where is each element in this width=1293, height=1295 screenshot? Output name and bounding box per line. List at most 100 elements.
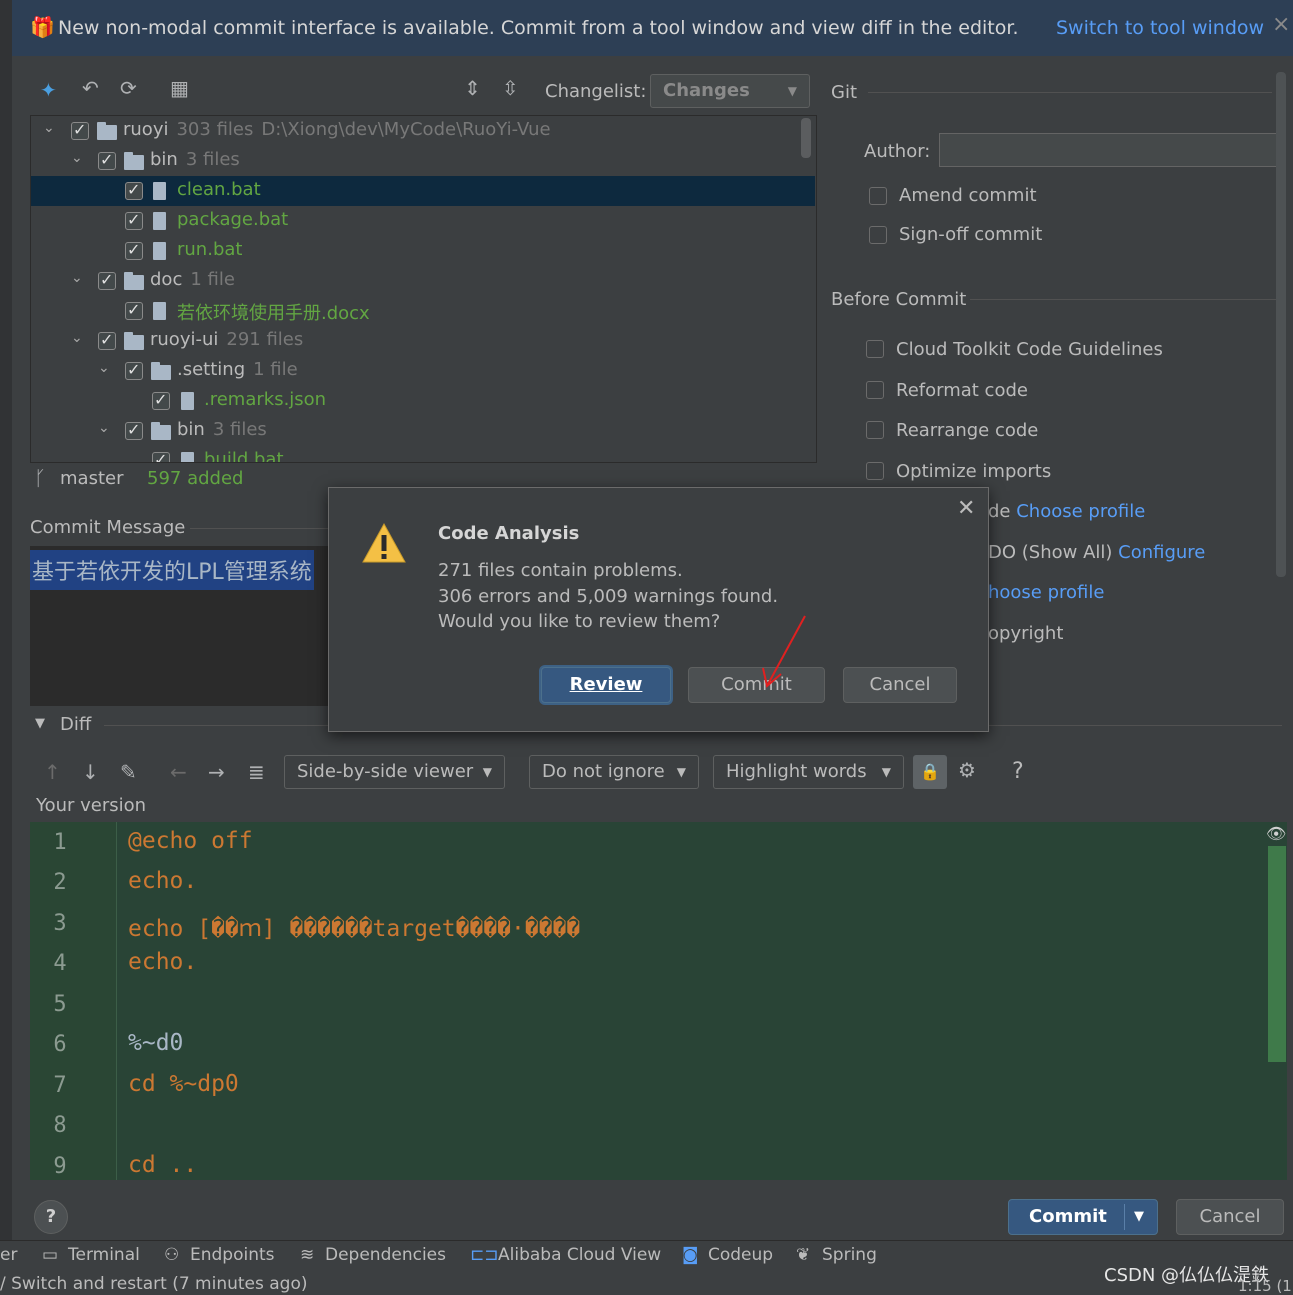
configure-link[interactable]: Configure: [1118, 542, 1205, 563]
chevron-down-icon[interactable]: ⌄: [71, 150, 83, 166]
arrow-left-icon[interactable]: ←: [170, 760, 187, 784]
code-line: echo [��ｍ] ������target����·����: [128, 916, 581, 942]
highlight-dropdown[interactable]: Highlight words ▼: [713, 755, 904, 789]
optimize-imports-checkbox[interactable]: [866, 462, 884, 480]
reformat-code-label[interactable]: Reformat code: [896, 380, 1028, 401]
changelist-dropdown[interactable]: Changes ▼: [650, 74, 810, 108]
row-checkbox[interactable]: [152, 450, 170, 462]
amend-commit-checkbox[interactable]: [869, 187, 887, 205]
chevron-down-icon[interactable]: ⌄: [43, 120, 55, 136]
tree-row[interactable]: ⌄ bin3 files: [31, 146, 815, 176]
help-button[interactable]: ?: [34, 1200, 68, 1234]
viewer-dropdown[interactable]: Side-by-side viewer ▼: [284, 755, 505, 789]
optimize-imports-label[interactable]: Optimize imports: [896, 461, 1051, 482]
cloud-toolkit-checkbox[interactable]: [866, 340, 884, 358]
cloud-view-icon[interactable]: ⊏⊐: [470, 1245, 499, 1265]
row-checkbox[interactable]: [98, 270, 116, 290]
arrow-down-icon[interactable]: ↓: [82, 760, 99, 784]
row-checkbox[interactable]: [125, 180, 143, 200]
tree-row[interactable]: package.bat: [31, 206, 815, 236]
spring-icon[interactable]: ❦: [796, 1245, 810, 1265]
tree-row[interactable]: .remarks.json: [31, 386, 815, 416]
row-checkbox[interactable]: [125, 210, 143, 230]
endpoints-icon[interactable]: ⚇: [164, 1245, 179, 1265]
arrow-right-icon[interactable]: →: [208, 760, 225, 784]
divider: [190, 528, 330, 529]
tool-window-dependencies[interactable]: Dependencies: [325, 1245, 446, 1265]
diff-editor[interactable]: 1 @echo off 2 echo. 3 echo [��ｍ] ������t…: [30, 822, 1287, 1180]
rearrange-code-checkbox[interactable]: [866, 421, 884, 439]
tool-window-endpoints[interactable]: Endpoints: [190, 1245, 275, 1265]
choose-profile-link-2[interactable]: hoose profile: [988, 582, 1104, 603]
tree-row[interactable]: run.bat: [31, 236, 815, 266]
signoff-commit-checkbox[interactable]: [869, 226, 887, 244]
chevron-down-icon[interactable]: ⌄: [98, 360, 110, 376]
help-icon[interactable]: ?: [1012, 759, 1024, 784]
commit-button[interactable]: Commit ▼: [1008, 1199, 1158, 1235]
switch-to-tool-window-link[interactable]: Switch to tool window: [1056, 17, 1264, 39]
changes-tree[interactable]: ⌄ ruoyi303 filesD:\Xiong\dev\MyCode\RuoY…: [30, 115, 817, 463]
dialog-close-icon[interactable]: ✕: [957, 496, 975, 521]
edit-icon[interactable]: ✎: [120, 760, 137, 784]
branch-name[interactable]: master: [60, 468, 123, 489]
rearrange-code-label[interactable]: Rearrange code: [896, 420, 1038, 441]
tree-row[interactable]: ⌄ doc1 file: [31, 266, 815, 296]
row-checkbox[interactable]: [152, 390, 170, 410]
lock-button[interactable]: 🔒: [913, 755, 947, 789]
author-input[interactable]: [939, 133, 1279, 167]
eye-icon[interactable]: 👁: [1266, 824, 1286, 843]
json-file-icon: [181, 392, 194, 410]
tool-window-codeup[interactable]: Codeup: [708, 1245, 773, 1265]
cloud-toolkit-label[interactable]: Cloud Toolkit Code Guidelines: [896, 339, 1163, 360]
list-icon[interactable]: ≣: [248, 760, 265, 784]
codeup-icon[interactable]: ◙: [682, 1245, 699, 1265]
refresh-icon[interactable]: ⟳: [120, 76, 137, 100]
tree-row[interactable]: ⌄ bin3 files: [31, 416, 815, 446]
dependencies-icon[interactable]: ≋: [300, 1245, 314, 1265]
chevron-down-icon[interactable]: ⌄: [71, 330, 83, 346]
amend-commit-label[interactable]: Amend commit: [899, 185, 1037, 206]
banner-close-icon[interactable]: ×: [1272, 12, 1290, 37]
terminal-icon[interactable]: ▭: [42, 1245, 58, 1265]
chevron-down-icon[interactable]: ⌄: [98, 420, 110, 436]
collapse-all-icon[interactable]: ⇳: [502, 76, 519, 100]
commit-message-field[interactable]: 基于若依开发的LPL管理系统: [30, 546, 330, 706]
group-by-icon[interactable]: ▦: [170, 76, 189, 100]
chevron-down-icon[interactable]: ⌄: [71, 270, 83, 286]
expand-all-icon[interactable]: ⇕: [464, 76, 481, 100]
tool-window-terminal[interactable]: Terminal: [68, 1245, 140, 1265]
pin-icon[interactable]: ✦: [40, 78, 57, 102]
rollback-icon[interactable]: ↶: [82, 76, 99, 100]
caret-position[interactable]: 1:15 (1: [1238, 1277, 1292, 1295]
choose-profile-link[interactable]: Choose profile: [1016, 501, 1145, 522]
diff-scrollbar[interactable]: [1268, 846, 1286, 1062]
row-checkbox[interactable]: [125, 360, 143, 380]
ignore-dropdown[interactable]: Do not ignore ▼: [529, 755, 699, 789]
tree-row-selected[interactable]: clean.bat: [31, 176, 815, 206]
signoff-commit-label[interactable]: Sign-off commit: [899, 224, 1042, 245]
row-checkbox[interactable]: [125, 300, 143, 320]
row-checkbox[interactable]: [98, 150, 116, 170]
arrow-up-icon[interactable]: ↑: [44, 760, 61, 784]
chevron-down-icon[interactable]: ▼: [1134, 1200, 1144, 1234]
row-checkbox[interactable]: [98, 330, 116, 350]
tree-row[interactable]: ⌄ .setting1 file: [31, 356, 815, 386]
tree-scrollbar[interactable]: [801, 118, 811, 158]
tree-row[interactable]: 若依环境使用手册.docx: [31, 296, 815, 326]
dialog-cancel-button[interactable]: Cancel: [843, 667, 957, 703]
tool-window-cloud-view[interactable]: Alibaba Cloud View: [498, 1245, 661, 1265]
tree-row[interactable]: build.bat: [31, 446, 815, 462]
diff-collapse-icon[interactable]: ▼: [35, 716, 45, 731]
tool-window-item[interactable]: er: [0, 1245, 17, 1265]
tree-row[interactable]: ⌄ ruoyi-ui291 files: [31, 326, 815, 356]
tree-row[interactable]: ⌄ ruoyi303 filesD:\Xiong\dev\MyCode\RuoY…: [31, 116, 815, 146]
reformat-code-checkbox[interactable]: [866, 381, 884, 399]
gear-icon[interactable]: ⚙: [958, 758, 976, 782]
review-button[interactable]: Review: [541, 667, 671, 703]
row-checkbox[interactable]: [125, 420, 143, 440]
row-checkbox[interactable]: [71, 120, 89, 140]
right-scrollbar[interactable]: [1276, 72, 1286, 577]
cancel-button[interactable]: Cancel: [1176, 1199, 1284, 1235]
row-checkbox[interactable]: [125, 240, 143, 260]
tool-window-spring[interactable]: Spring: [822, 1245, 877, 1265]
